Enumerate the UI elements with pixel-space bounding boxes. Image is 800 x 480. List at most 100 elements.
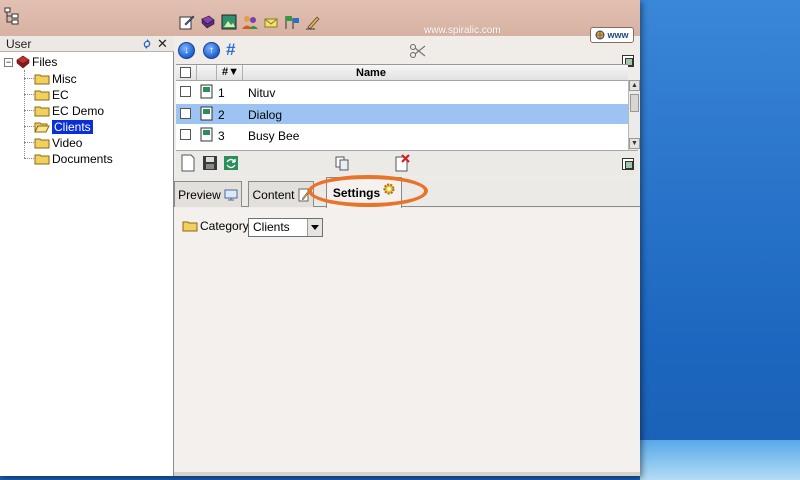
www-button-label: www [607, 30, 629, 40]
document-icon [200, 84, 213, 99]
scroll-up-arrow[interactable]: ▲ [629, 80, 640, 91]
table-row[interactable]: 1 Nituv [176, 82, 628, 102]
flags-icon[interactable] [283, 13, 301, 31]
tree-connector [24, 70, 25, 158]
grid-scrollbar[interactable]: ▲ ▼ [628, 80, 640, 150]
folder-icon [34, 154, 50, 165]
site-tree-icon[interactable] [4, 7, 20, 25]
panel-header: User ✕ [0, 36, 174, 52]
tree-connector [24, 94, 34, 95]
panel-title: User [6, 37, 32, 51]
refresh-icon[interactable] [223, 154, 239, 172]
list-toolbar: ↓ ↑ # [176, 40, 638, 67]
tree-item-label: Misc [52, 72, 77, 86]
row-name: Nituv [248, 86, 276, 100]
tree-item-video[interactable]: Video [34, 135, 82, 151]
category-label: Category: [200, 219, 253, 233]
table-row[interactable]: 3 Busy Bee [176, 125, 628, 145]
grid-header: #▼ Name [176, 65, 628, 81]
site-url: www.spiralic.com [424, 25, 501, 36]
files-book-icon [16, 55, 30, 69]
folder-icon [34, 106, 50, 117]
tab-label: Preview [178, 187, 221, 202]
detail-toolbar [176, 150, 638, 176]
settings-pane: Category: Clients [174, 208, 640, 476]
window-bottom-edge [174, 472, 640, 476]
content-edit-icon [298, 188, 310, 201]
up-arrow-icon[interactable]: ↑ [203, 42, 220, 59]
cms-window: www.spiralic.com www User ✕ − Files Misc… [0, 0, 640, 476]
save-icon[interactable] [202, 154, 218, 172]
tree-item-documents[interactable]: Documents [34, 151, 113, 167]
folder-icon [34, 90, 50, 101]
folder-icon [182, 221, 198, 232]
tree-item-label: Documents [52, 152, 113, 166]
row-checkbox[interactable] [180, 129, 191, 140]
desktop-taskbar-glow [640, 440, 800, 480]
tree-item-clients[interactable]: Clients [34, 119, 93, 135]
tree-item-ec[interactable]: EC [34, 87, 69, 103]
refresh-icon[interactable] [142, 38, 152, 50]
tree-item-label: Clients [52, 120, 93, 134]
row-checkbox[interactable] [180, 108, 191, 119]
tab-label: Settings [332, 186, 381, 200]
tree-item-label: EC Demo [52, 104, 105, 118]
tree-connector [24, 126, 34, 127]
edit-icon[interactable] [178, 13, 196, 31]
image-icon[interactable] [220, 13, 238, 31]
column-header-name[interactable]: Name [356, 67, 386, 79]
tab-bar: Preview Content Settings [174, 177, 640, 208]
document-icon [200, 127, 213, 142]
gear-icon [383, 183, 395, 195]
column-header-number[interactable]: #▼ [222, 66, 239, 78]
tab-preview[interactable]: Preview [174, 181, 242, 207]
tab-content[interactable]: Content [248, 181, 314, 207]
header-bar: www.spiralic.com [0, 0, 640, 36]
cut-icon[interactable] [409, 42, 427, 60]
open-folder-icon [34, 122, 50, 133]
copy-icon[interactable] [334, 154, 350, 172]
row-number: 3 [218, 129, 225, 143]
hash-icon[interactable]: # [226, 40, 235, 60]
tree-item-misc[interactable]: Misc [34, 71, 77, 87]
tree-connector [24, 110, 34, 111]
delete-icon[interactable] [394, 154, 410, 172]
tree-item-label: EC [52, 88, 69, 102]
category-select-value: Clients [253, 220, 290, 234]
document-icon [200, 106, 213, 121]
new-page-icon[interactable] [180, 154, 196, 172]
row-name: Busy Bee [248, 129, 300, 143]
close-icon[interactable]: ✕ [157, 36, 168, 52]
pen-icon[interactable] [304, 13, 322, 31]
users-icon[interactable] [241, 13, 259, 31]
scroll-thumb[interactable] [630, 94, 639, 112]
tree-connector [24, 78, 34, 79]
down-arrow-icon[interactable]: ↓ [178, 42, 195, 59]
item-grid: #▼ Name 1 Nituv 2 Dialog 3 Busy Bee [176, 64, 628, 150]
main-toolbar [178, 12, 322, 32]
tab-label: Content [252, 187, 295, 202]
globe-icon [595, 30, 605, 40]
folder-icon [34, 74, 50, 85]
category-select[interactable]: Clients [248, 218, 323, 237]
file-tree-panel: User ✕ − Files Misc EC EC Demo Clients V… [0, 36, 174, 476]
tab-settings[interactable]: Settings [326, 177, 402, 208]
tree-expander[interactable]: − [4, 58, 13, 67]
column-divider [242, 65, 243, 81]
maximize-icon[interactable] [622, 158, 634, 170]
row-number: 1 [218, 86, 225, 100]
row-number: 2 [218, 108, 225, 122]
chevron-down-icon[interactable] [307, 219, 322, 236]
select-all-checkbox[interactable] [180, 67, 191, 78]
tree-item-ec-demo[interactable]: EC Demo [34, 103, 104, 119]
book-icon[interactable] [199, 13, 217, 31]
tree-item-label: Files [32, 55, 58, 69]
column-divider [196, 65, 197, 81]
mail-icon[interactable] [262, 13, 280, 31]
column-divider [216, 65, 217, 81]
scroll-down-arrow[interactable]: ▼ [629, 138, 640, 149]
row-checkbox[interactable] [180, 86, 191, 97]
row-name: Dialog [248, 108, 283, 122]
table-row[interactable]: 2 Dialog [176, 104, 628, 124]
tree-item-files[interactable]: Files [16, 54, 57, 70]
